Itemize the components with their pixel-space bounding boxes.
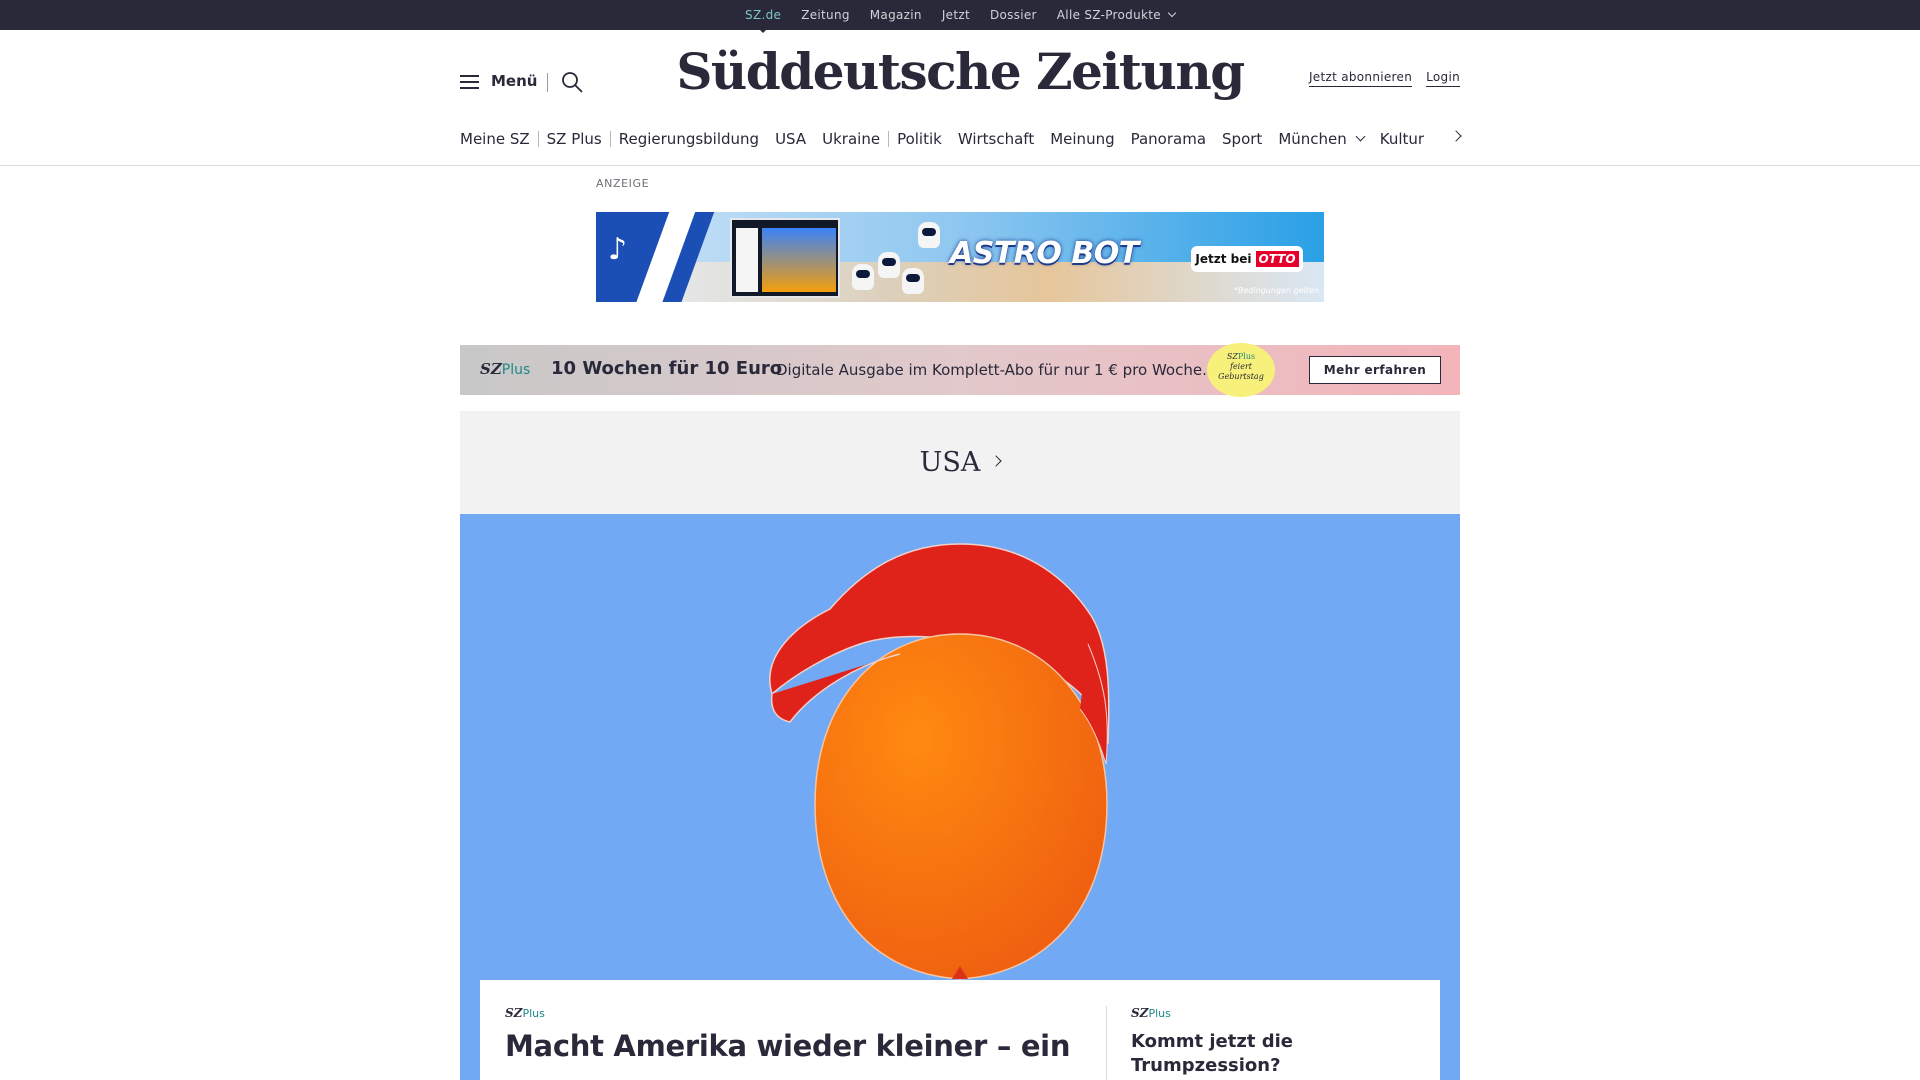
product-link-all-products[interactable]: Alle SZ-Produkte	[1056, 8, 1177, 22]
nav-divider	[0, 165, 1920, 166]
ad-title: ASTRO BOT	[950, 236, 1139, 271]
nav-item-muenchen[interactable]: München	[1270, 130, 1371, 148]
ad-label: ANZEIGE	[596, 177, 650, 190]
nav-scroll-right-icon[interactable]	[1450, 130, 1462, 142]
nav-item-sport[interactable]: Sport	[1214, 130, 1270, 148]
account-links: Jetzt abonnieren Login	[1308, 70, 1460, 87]
main-teaser-headline[interactable]: Macht Amerika wieder kleiner – ein	[505, 1028, 1075, 1064]
nav-item-usa[interactable]: USA	[767, 130, 814, 148]
chevron-right-icon	[990, 454, 1003, 467]
sz-plus-badge: SZPlus	[505, 1006, 545, 1020]
site-header: Menü Süddeutsche Zeitung Jetzt abonniere…	[460, 30, 1460, 135]
section-title: USA	[919, 447, 981, 478]
ad-fine-print: *Bedingungen gelten.	[1234, 286, 1322, 295]
main-teaser[interactable]: SZPlus Macht Amerika wieder kleiner – ei…	[505, 1006, 1075, 1064]
nav-item-sz-plus[interactable]: SZ Plus	[539, 130, 610, 148]
promo-text: Digitale Ausgabe im Komplett-Abo für nur…	[776, 361, 1207, 379]
main-nav: Meine SZ SZ Plus Regierungsbildung USA U…	[460, 126, 1462, 152]
nav-item-panorama[interactable]: Panorama	[1123, 130, 1214, 148]
product-link-magazin[interactable]: Magazin	[870, 8, 922, 22]
sz-plus-logo: SZPlus	[480, 360, 531, 378]
otto-logo: OTTO	[1255, 251, 1299, 267]
learn-more-button[interactable]: Mehr erfahren	[1309, 356, 1441, 384]
robot-image	[918, 222, 940, 248]
product-link-sz-de[interactable]: SZ.de	[745, 8, 781, 33]
all-products-label: Alle SZ-Produkte	[1056, 8, 1161, 22]
robot-image	[878, 252, 900, 278]
nav-item-regierungsbildung[interactable]: Regierungsbildung	[611, 130, 767, 148]
sz-plus-promo-banner[interactable]: SZPlus 10 Wochen für 10 Euro Digitale Au…	[460, 343, 1460, 397]
side-teaser[interactable]: SZPlus Kommt jetzt die Trumpzession?	[1131, 1006, 1421, 1078]
subscribe-link[interactable]: Jetzt abonnieren	[1308, 70, 1413, 87]
chevron-down-icon	[1167, 8, 1177, 18]
robot-image	[852, 264, 874, 290]
login-link[interactable]: Login	[1426, 70, 1460, 87]
ad-banner[interactable]: ♪ ASTRO BOT Jetzt bei OTTO *Bedingungen …	[596, 212, 1324, 302]
side-teaser-headline[interactable]: Kommt jetzt die Trumpzession?	[1131, 1030, 1421, 1078]
product-bar: SZ.de Zeitung Magazin Jetzt Dossier Alle…	[0, 0, 1920, 33]
ad-cta-prefix: Jetzt bei	[1195, 252, 1252, 266]
nav-item-politik[interactable]: Politik	[889, 130, 950, 148]
article-teaser-card: SZPlus Macht Amerika wieder kleiner – ei…	[480, 980, 1440, 1080]
sz-plus-badge: SZPlus	[1131, 1006, 1171, 1020]
playstation-icon: ♪	[608, 232, 628, 267]
console-box-image	[730, 218, 840, 298]
product-link-zeitung[interactable]: Zeitung	[801, 8, 850, 22]
robot-image	[902, 268, 924, 294]
ad-cta-button[interactable]: Jetzt bei OTTO	[1191, 246, 1303, 272]
product-link-jetzt[interactable]: Jetzt	[942, 8, 970, 22]
chevron-down-icon	[1355, 131, 1366, 141]
teaser-divider	[1106, 1006, 1107, 1080]
nav-item-meinung[interactable]: Meinung	[1042, 130, 1122, 148]
promo-headline: 10 Wochen für 10 Euro	[551, 358, 783, 379]
nav-item-kultur[interactable]: Kultur	[1372, 130, 1432, 148]
birthday-badge: SZPlus feiert Geburtstag	[1207, 343, 1275, 397]
nav-item-ukraine[interactable]: Ukraine	[814, 130, 888, 148]
nav-item-muenchen-label: München	[1278, 130, 1347, 148]
section-header[interactable]: USA	[460, 411, 1460, 514]
nav-item-meine-sz[interactable]: Meine SZ	[460, 130, 538, 148]
nav-item-wirtschaft[interactable]: Wirtschaft	[950, 130, 1042, 148]
product-link-dossier[interactable]: Dossier	[990, 8, 1037, 22]
